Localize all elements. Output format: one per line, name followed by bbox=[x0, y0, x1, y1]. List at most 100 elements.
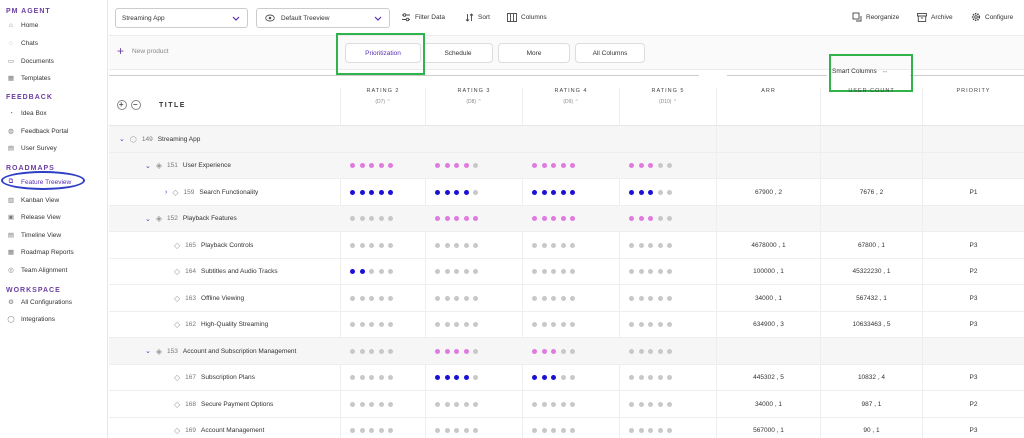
priority-cell[interactable]: P3 bbox=[922, 232, 1024, 258]
row-title[interactable]: Account and Subscription Management bbox=[183, 348, 296, 355]
column-header-rating-2[interactable]: RATING 2 (D7) ⌃ bbox=[340, 88, 425, 126]
reorganize-button[interactable]: Reorganize bbox=[852, 10, 899, 24]
arr-cell[interactable]: 34000 , 1 bbox=[716, 391, 820, 417]
column-header-arr[interactable]: ARR bbox=[716, 88, 820, 126]
column-header-rating-5[interactable]: RATING 5 (D10) ⌃ bbox=[619, 88, 716, 126]
rating-dots[interactable] bbox=[629, 338, 672, 364]
sort-arrows-icon[interactable]: ⌃ bbox=[671, 99, 677, 105]
sort-arrows-icon[interactable]: ⌃ bbox=[573, 99, 578, 105]
tab-more[interactable]: More bbox=[498, 43, 570, 63]
column-header-rating-3[interactable]: RATING 3 (D8) ⌃ bbox=[425, 88, 522, 126]
table-row[interactable]: ⌄ ◈ 152 Playback Features bbox=[109, 205, 1024, 232]
priority-cell[interactable]: P3 bbox=[922, 311, 1024, 338]
users-cell[interactable]: 10633463 , 5 bbox=[820, 311, 922, 338]
users-cell[interactable]: 45322230 , 1 bbox=[820, 258, 922, 285]
sidebar-item-idea-box[interactable]: ◔ Idea Box bbox=[6, 106, 47, 120]
rating-dots[interactable] bbox=[350, 259, 393, 285]
table-row[interactable]: ◇ 163 Offline Viewing 34000 , 1 567432 , 1 P3 bbox=[109, 285, 1024, 312]
users-cell[interactable] bbox=[820, 152, 922, 179]
rating-dots[interactable] bbox=[350, 365, 393, 391]
sort-arrows-icon[interactable]: ⌃ bbox=[476, 99, 481, 105]
rating-dots[interactable] bbox=[629, 259, 672, 285]
table-row[interactable]: ⌄ ◈ 151 User Experience bbox=[109, 152, 1024, 179]
rating-dots[interactable] bbox=[532, 312, 575, 338]
rating-dots[interactable] bbox=[629, 365, 672, 391]
rating-dots[interactable] bbox=[629, 312, 672, 338]
chevron-down-icon[interactable]: ⌄ bbox=[145, 162, 151, 170]
row-title[interactable]: Subscription Plans bbox=[201, 374, 255, 381]
rating-dots[interactable] bbox=[629, 232, 672, 258]
collapse-all-icon[interactable]: − bbox=[131, 100, 141, 110]
configure-button[interactable]: Configure bbox=[971, 10, 1013, 24]
table-row[interactable]: ⌄ ⬡ 149 Streaming App bbox=[109, 126, 1024, 153]
table-row[interactable]: ◇ 162 High-Quality Streaming 634900 , 3 1063… bbox=[109, 311, 1024, 338]
users-cell[interactable]: 7676 , 2 bbox=[820, 179, 922, 205]
priority-cell[interactable]: P2 bbox=[922, 258, 1024, 285]
row-title[interactable]: Playback Controls bbox=[201, 242, 253, 249]
priority-cell[interactable] bbox=[922, 205, 1024, 232]
rating-dots[interactable] bbox=[435, 259, 478, 285]
rating-dots[interactable] bbox=[629, 179, 672, 205]
chevron-right-icon[interactable]: › bbox=[165, 189, 167, 196]
users-cell[interactable]: 10832 , 4 bbox=[820, 364, 922, 391]
rating-dots[interactable] bbox=[435, 232, 478, 258]
row-title[interactable]: Streaming App bbox=[158, 136, 201, 143]
rating-dots[interactable] bbox=[435, 206, 478, 232]
chevron-down-icon[interactable]: ⌄ bbox=[145, 347, 151, 355]
arr-cell[interactable]: 445302 , 5 bbox=[716, 364, 820, 391]
chevron-down-icon[interactable]: ⌄ bbox=[145, 215, 151, 223]
users-cell[interactable]: 567432 , 1 bbox=[820, 285, 922, 311]
expand-all-icon[interactable]: + bbox=[117, 100, 127, 110]
priority-cell[interactable]: P3 bbox=[922, 364, 1024, 391]
rating-dots[interactable] bbox=[629, 391, 672, 417]
arr-cell[interactable]: 567000 , 1 bbox=[716, 417, 820, 438]
chevron-down-icon[interactable]: ⌄ bbox=[119, 135, 125, 143]
rating-dots[interactable] bbox=[629, 153, 672, 179]
arr-cell[interactable] bbox=[716, 205, 820, 232]
column-header-user-count[interactable]: USER COUNT bbox=[820, 88, 922, 126]
priority-cell[interactable]: P3 bbox=[922, 417, 1024, 438]
rating-dots[interactable] bbox=[350, 418, 393, 438]
rating-dots[interactable] bbox=[435, 285, 478, 311]
rating-dots[interactable] bbox=[435, 312, 478, 338]
users-cell[interactable]: 90 , 1 bbox=[820, 417, 922, 438]
arr-cell[interactable] bbox=[716, 152, 820, 179]
rating-dots[interactable] bbox=[435, 338, 478, 364]
rating-dots[interactable] bbox=[532, 365, 575, 391]
column-header-rating-4[interactable]: RATING 4 (D9) ⌃ bbox=[522, 88, 619, 126]
rating-dots[interactable] bbox=[532, 232, 575, 258]
sidebar-item-user-survey[interactable]: ▤ User Survey bbox=[6, 141, 57, 155]
sort-arrows-icon[interactable]: ⌃ bbox=[385, 99, 390, 105]
row-title[interactable]: Search Functionality bbox=[199, 189, 258, 196]
sidebar-item-home[interactable]: ⌂ Home bbox=[6, 18, 38, 32]
arr-cell[interactable] bbox=[716, 338, 820, 364]
rating-dots[interactable] bbox=[350, 206, 393, 232]
arr-cell[interactable] bbox=[716, 126, 820, 152]
sidebar-item-kanban-view[interactable]: ▥ Kanban View bbox=[6, 193, 59, 207]
priority-cell[interactable] bbox=[922, 126, 1024, 152]
users-cell[interactable]: 987 , 1 bbox=[820, 391, 922, 417]
rating-dots[interactable] bbox=[532, 206, 575, 232]
users-cell[interactable] bbox=[820, 126, 922, 152]
row-title[interactable]: Offline Viewing bbox=[201, 295, 244, 302]
row-title[interactable]: User Experience bbox=[183, 162, 231, 169]
rating-dots[interactable] bbox=[435, 179, 478, 205]
arr-cell[interactable]: 34000 , 1 bbox=[716, 285, 820, 311]
arr-cell[interactable]: 67900 , 2 bbox=[716, 179, 820, 205]
sidebar-item-timeline-view[interactable]: ▤ Timeline View bbox=[6, 228, 61, 242]
rating-dots[interactable] bbox=[350, 179, 393, 205]
priority-cell[interactable]: P1 bbox=[922, 179, 1024, 205]
rating-dots[interactable] bbox=[532, 391, 575, 417]
sidebar-item-release-view[interactable]: ▣ Release View bbox=[6, 210, 61, 224]
rating-dots[interactable] bbox=[435, 418, 478, 438]
users-cell[interactable]: 67800 , 1 bbox=[820, 232, 922, 258]
sidebar-item-feedback-portal[interactable]: ◍ Feedback Portal bbox=[6, 124, 68, 138]
rating-dots[interactable] bbox=[532, 285, 575, 311]
rating-dots[interactable] bbox=[532, 153, 575, 179]
tab-all-columns[interactable]: All Columns bbox=[575, 43, 645, 63]
users-cell[interactable] bbox=[820, 205, 922, 232]
sidebar-item-templates[interactable]: ▦ Templates bbox=[6, 71, 51, 85]
row-title[interactable]: Account Management bbox=[201, 427, 264, 434]
rating-dots[interactable] bbox=[350, 153, 393, 179]
rating-dots[interactable] bbox=[350, 312, 393, 338]
